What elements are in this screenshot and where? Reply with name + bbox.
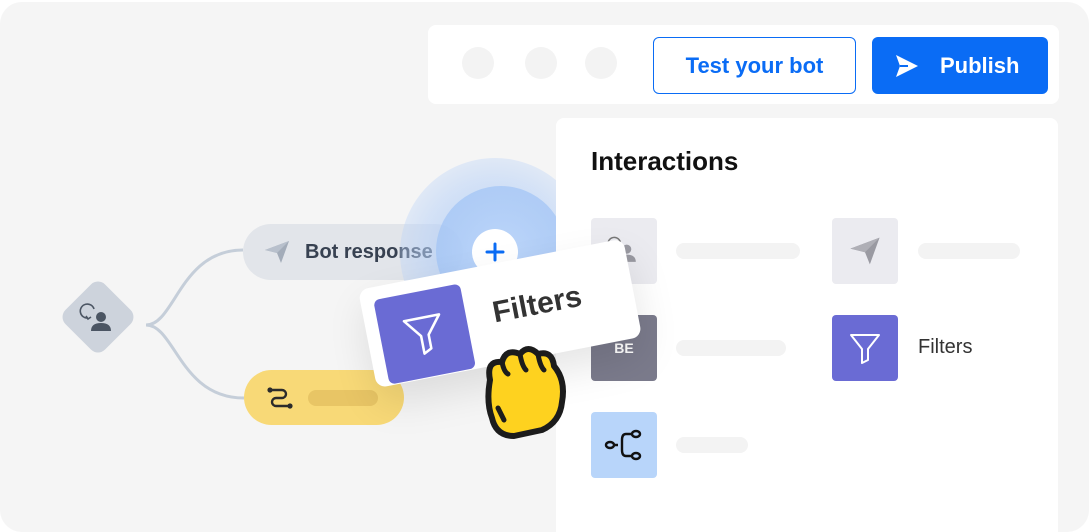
goto-placeholder-bar	[308, 389, 378, 406]
interaction-label-placeholder	[676, 340, 786, 356]
interaction-bot-response[interactable]	[832, 218, 898, 284]
flow-canvas[interactable]: Bot response Test your bot Publish Inter…	[0, 2, 1089, 532]
interaction-label-placeholder	[676, 437, 748, 453]
plus-icon	[485, 242, 505, 262]
panel-title: Interactions	[591, 146, 739, 176]
window-dot	[525, 47, 557, 79]
filter-icon	[402, 313, 441, 355]
connector-to-goto	[145, 323, 245, 400]
branch-icon	[604, 429, 642, 461]
interaction-branch[interactable]	[591, 412, 657, 478]
publish-button[interactable]: Publish	[872, 37, 1048, 94]
send-icon	[896, 54, 918, 77]
dragged-card-label: Filters	[489, 279, 585, 330]
interaction-label-placeholder	[918, 243, 1020, 259]
window-dot	[585, 47, 617, 79]
interaction-label-placeholder	[676, 243, 800, 259]
top-toolbar: Test your bot Publish	[428, 25, 1059, 104]
send-icon	[265, 241, 289, 263]
interaction-filters[interactable]	[832, 315, 898, 381]
grab-hand-icon	[485, 346, 566, 439]
publish-label: Publish	[940, 52, 1020, 78]
interaction-filters-label: Filters	[918, 336, 973, 358]
code-block-icon: BE	[614, 340, 634, 356]
send-icon	[850, 237, 880, 265]
user-intent-icon	[79, 303, 111, 331]
test-bot-button[interactable]: Test your bot	[653, 37, 856, 94]
connector-to-bot-response	[145, 248, 244, 327]
filter-icon	[850, 334, 880, 364]
dragged-filters-tile	[373, 283, 477, 385]
route-icon	[267, 386, 293, 409]
window-dot	[462, 47, 494, 79]
